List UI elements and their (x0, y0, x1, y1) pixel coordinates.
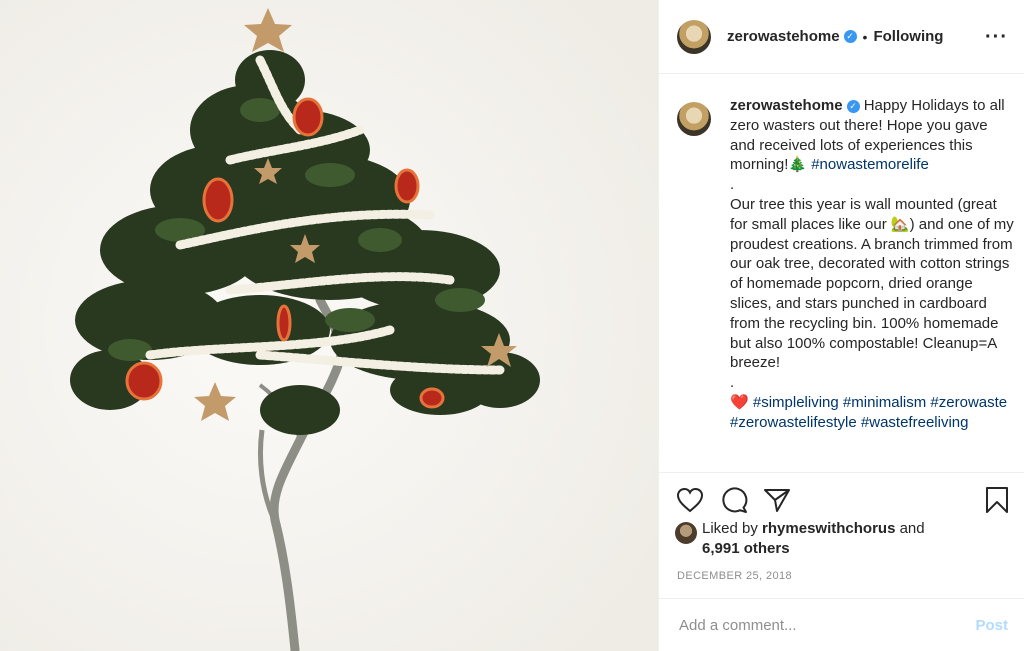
author-username[interactable]: zerowastehome (727, 28, 840, 45)
hashtag-link[interactable]: #simpleliving (753, 394, 839, 411)
likes-summary: Liked by rhymeswithchorus and 6,991 othe… (675, 519, 1012, 559)
comment-input[interactable] (677, 615, 976, 635)
likes-prefix: Liked by (702, 520, 763, 537)
caption-dot: . (730, 374, 735, 392)
comment-icon[interactable] (720, 486, 748, 514)
share-icon[interactable] (763, 487, 791, 513)
caption-avatar[interactable] (677, 102, 711, 136)
caption-username[interactable]: zerowastehome (730, 97, 843, 114)
caption-body: Our tree this year is wall mounted (grea… (730, 195, 1014, 372)
hashtag-link[interactable]: #zerowastelifestyle (730, 414, 857, 431)
post-sidebar: zerowastehome ✓ • Following ··· zerowast… (658, 0, 1024, 651)
separator-dot: • (862, 28, 868, 45)
following-button[interactable]: Following (873, 28, 943, 45)
comment-bar: Post (659, 598, 1024, 651)
instagram-post: zerowastehome ✓ • Following ··· zerowast… (0, 0, 1024, 651)
liker-username[interactable]: rhymeswithchorus (762, 520, 895, 537)
tree-image (0, 0, 658, 651)
verified-badge-icon: ✓ (843, 30, 857, 43)
post-header: zerowastehome ✓ • Following ··· (659, 0, 1024, 74)
post-date[interactable]: DECEMBER 25, 2018 (677, 570, 792, 582)
caption-tags: ❤️ #simpleliving #minimalism #zerowaste … (730, 393, 1015, 433)
author-avatar[interactable] (677, 19, 711, 54)
hashtag-link[interactable]: #wastefreeliving (861, 414, 969, 431)
likes-text: Liked by rhymeswithchorus and 6,991 othe… (702, 519, 925, 559)
post-photo[interactable] (0, 0, 658, 651)
heart-icon[interactable] (676, 487, 704, 513)
heart-emoji: ❤️ (730, 393, 753, 411)
caption-verified-badge-icon: ✓ (846, 100, 860, 113)
post-button[interactable]: Post (975, 617, 1008, 634)
hashtag-link[interactable]: #zerowaste (930, 394, 1007, 411)
caption: zerowastehome ✓ Happy Holidays to all zer… (677, 96, 1016, 468)
more-icon[interactable]: ··· (985, 27, 1008, 47)
hashtag-link[interactable]: #nowastemorelife (811, 156, 929, 173)
likes-count[interactable]: 6,991 others (702, 540, 790, 557)
bookmark-icon[interactable] (985, 486, 1009, 514)
hashtag-link[interactable]: #minimalism (843, 394, 926, 411)
liker-avatar[interactable] (675, 522, 697, 544)
caption-dot: . (730, 176, 735, 194)
likes-mid: and (895, 520, 925, 537)
caption-text: zerowastehome ✓ Happy Holidays to all zer… (730, 96, 1015, 468)
